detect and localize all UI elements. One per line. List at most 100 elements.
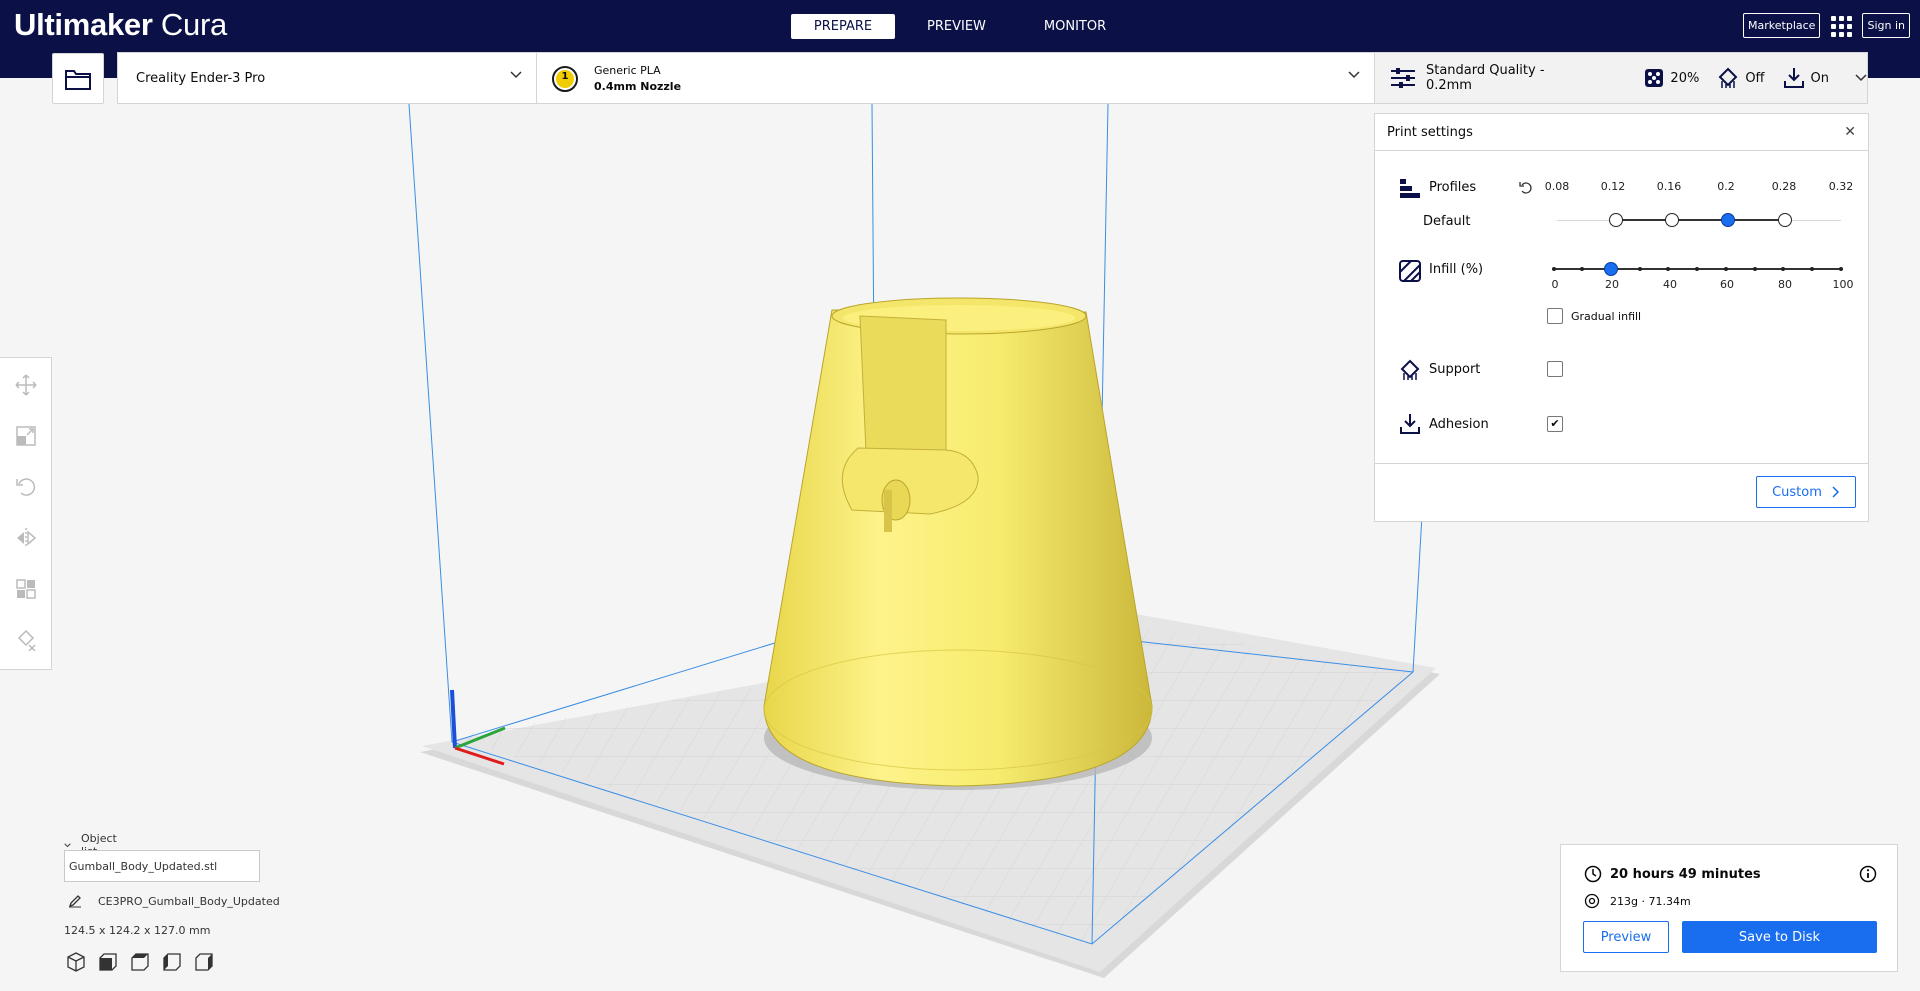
profile-tick-label: 0.08 xyxy=(1544,180,1570,193)
print-settings-panel: Print settings ✕ Profiles Default 0.08 0… xyxy=(1374,113,1869,522)
custom-settings-button[interactable]: Custom xyxy=(1756,476,1856,508)
profiles-icon xyxy=(1400,179,1420,198)
infill-slider-handle[interactable] xyxy=(1604,262,1618,276)
info-icon[interactable] xyxy=(1859,865,1877,883)
chevron-right-icon xyxy=(1832,486,1839,498)
per-model-settings-icon xyxy=(15,579,36,599)
gradual-infill-checkbox[interactable] xyxy=(1547,308,1563,324)
chevron-down-icon xyxy=(510,71,522,79)
marketplace-button[interactable]: Marketplace xyxy=(1743,13,1821,38)
adhesion-summary-value: On xyxy=(1810,70,1830,86)
material-selector[interactable]: 1 Generic PLA 0.4mm Nozzle xyxy=(536,52,1375,104)
chevron-down-icon xyxy=(64,842,71,847)
infill-summary: 20% xyxy=(1644,68,1699,88)
scale-icon xyxy=(15,426,36,446)
folder-icon xyxy=(65,69,91,90)
tab-prepare[interactable]: PREPARE xyxy=(791,14,895,39)
profile-tick-label: 0.16 xyxy=(1656,180,1682,193)
job-name-row[interactable]: CE3PRO_Gumball_Body_Updated xyxy=(68,894,280,908)
tab-preview[interactable]: PREVIEW xyxy=(901,14,1012,39)
gumball-body-model xyxy=(763,309,1153,787)
volume-edge-left xyxy=(408,103,453,743)
close-icon[interactable]: ✕ xyxy=(1844,124,1856,140)
profile-tick-label: 0.32 xyxy=(1828,180,1854,193)
material-usage: 213g · 71.34m xyxy=(1610,894,1691,908)
material-usage-row: 213g · 71.34m xyxy=(1584,893,1691,909)
profile-tick-label: 0.2 xyxy=(1717,180,1735,193)
extruder-badge: 1 xyxy=(552,66,578,92)
header-actions: Marketplace Sign in xyxy=(1743,13,1910,38)
print-time: 20 hours 49 minutes xyxy=(1610,866,1761,882)
pencil-icon xyxy=(68,895,81,908)
infill-tick-label: 40 xyxy=(1663,278,1677,291)
camera-view-buttons xyxy=(66,952,214,972)
infill-tick-label: 80 xyxy=(1778,278,1792,291)
profile-tick-label: 0.28 xyxy=(1771,180,1797,193)
top-view-icon[interactable] xyxy=(130,952,150,972)
infill-tick-label: 20 xyxy=(1605,278,1619,291)
grid-icon[interactable] xyxy=(1830,15,1853,37)
print-settings-header: Print settings ✕ xyxy=(1375,114,1868,151)
support-checkbox[interactable] xyxy=(1547,361,1563,377)
support-blocker-button[interactable] xyxy=(13,627,39,653)
mirror-tool-button[interactable] xyxy=(13,525,39,551)
printer-selector[interactable]: Creality Ender-3 Pro xyxy=(117,52,537,104)
profiles-default-label: Default xyxy=(1423,214,1471,229)
infill-icon xyxy=(1645,69,1664,87)
reset-icon[interactable] xyxy=(1519,181,1533,195)
profile-knob[interactable] xyxy=(1778,213,1792,227)
printer-name: Creality Ender-3 Pro xyxy=(136,70,266,86)
custom-button-label: Custom xyxy=(1772,484,1822,500)
front-view-icon[interactable] xyxy=(98,952,118,972)
material-name: Generic PLA xyxy=(594,64,661,77)
z-axis xyxy=(450,689,457,749)
quality-profile-label: Standard Quality - 0.2mm xyxy=(1425,63,1545,93)
preview-button[interactable]: Preview xyxy=(1583,921,1669,953)
save-to-disk-button[interactable]: Save to Disk xyxy=(1682,921,1877,953)
infill-label: Infill (%) xyxy=(1429,262,1484,277)
right-view-icon[interactable] xyxy=(194,952,214,972)
object-list-item[interactable]: Gumball_Body_Updated.stl xyxy=(64,850,260,882)
3d-view-icon[interactable] xyxy=(66,952,86,972)
model-dimensions: 124.5 x 124.2 x 127.0 mm xyxy=(64,924,211,937)
tab-monitor[interactable]: MONITOR xyxy=(1018,14,1132,39)
left-view-icon[interactable] xyxy=(162,952,182,972)
print-settings-summary-bar[interactable]: Standard Quality - 0.2mm 20% Off On xyxy=(1374,52,1868,104)
adhesion-icon xyxy=(1783,68,1804,88)
logo-light-text: Cura xyxy=(160,7,227,42)
app-logo: Ultimaker Cura xyxy=(14,7,227,43)
support-icon xyxy=(1718,67,1738,88)
logo-bold-text: Ultimaker xyxy=(14,7,153,42)
tool-sidebar xyxy=(0,357,52,670)
adhesion-icon xyxy=(1400,414,1420,434)
profile-knob[interactable] xyxy=(1609,213,1623,227)
print-settings-footer: Custom xyxy=(1375,463,1868,522)
profiles-label: Profiles xyxy=(1429,180,1477,195)
infill-tick-label: 100 xyxy=(1832,278,1854,291)
job-name: CE3PRO_Gumball_Body_Updated xyxy=(98,894,280,908)
scale-tool-button[interactable] xyxy=(13,423,39,449)
move-tool-button[interactable] xyxy=(13,372,39,398)
stage-tabs: PREPARE PREVIEW MONITOR xyxy=(791,14,1138,39)
extruder-number: 1 xyxy=(561,71,569,82)
support-blocker-icon xyxy=(17,629,36,651)
spool-icon xyxy=(1584,893,1600,909)
infill-tick-label: 60 xyxy=(1720,278,1734,291)
print-settings-title: Print settings xyxy=(1387,124,1473,140)
support-icon xyxy=(1400,359,1420,380)
open-file-button[interactable] xyxy=(52,53,104,104)
per-model-settings-button[interactable] xyxy=(13,576,39,602)
adhesion-checkbox[interactable]: ✔ xyxy=(1547,416,1563,432)
nozzle-size: 0.4mm Nozzle xyxy=(594,80,682,93)
rotate-tool-button[interactable] xyxy=(13,474,39,500)
profile-knob[interactable] xyxy=(1665,213,1679,227)
infill-summary-value: 20% xyxy=(1670,70,1700,86)
adhesion-summary: On xyxy=(1783,67,1829,89)
print-time-row: 20 hours 49 minutes xyxy=(1584,865,1761,883)
profile-knob-selected[interactable] xyxy=(1721,213,1735,227)
chevron-down-icon xyxy=(1855,74,1867,82)
sign-in-button[interactable]: Sign in xyxy=(1862,13,1910,38)
support-summary: Off xyxy=(1717,67,1765,89)
support-label: Support xyxy=(1429,362,1481,377)
profile-slider-active xyxy=(1615,219,1785,221)
